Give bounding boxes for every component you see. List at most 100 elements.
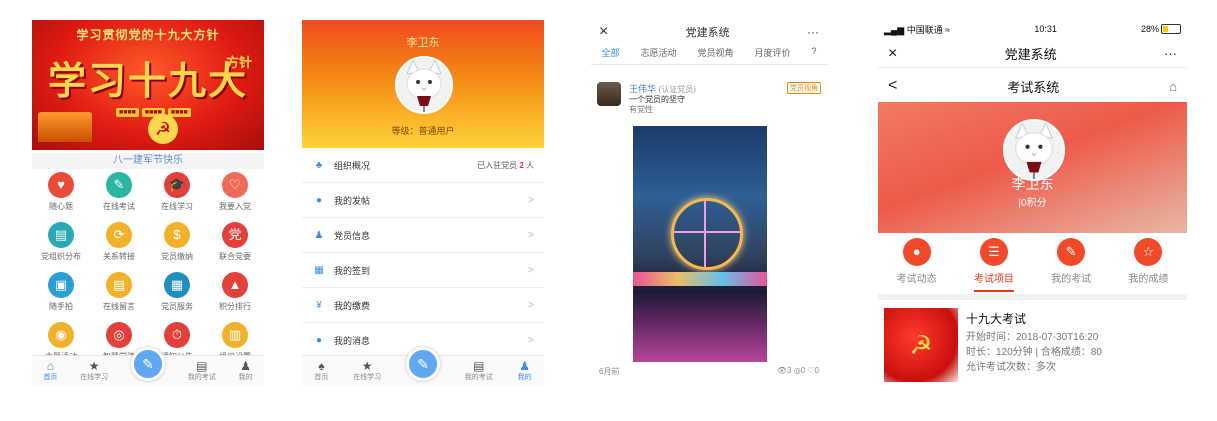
exam-start-time: 开始时间：2018-07-30T16:20 xyxy=(966,332,1099,343)
grid-item[interactable]: ▲ 积分排行 xyxy=(206,272,264,316)
menu-row[interactable]: ▦ 我的签到 > xyxy=(302,253,544,288)
row-value-prefix: 已入驻党员 xyxy=(477,160,518,170)
tab-home[interactable]: ♠ 首页 xyxy=(314,360,328,382)
star-icon: ★ xyxy=(361,359,373,373)
tab-label: 我的 xyxy=(238,374,253,381)
row-label: 我的发帖 xyxy=(334,195,371,206)
carrier-name: 中国联通 xyxy=(906,24,943,35)
post-photo[interactable] xyxy=(633,126,767,362)
menu-row[interactable]: ♟ 党员信息 > xyxy=(302,218,544,253)
exam-menu-item[interactable]: ☰ 考试项目 xyxy=(973,238,1014,292)
category-badge: 党员视角 xyxy=(787,82,821,94)
user-icon: ♟ xyxy=(519,359,530,373)
chevron-right-icon: > xyxy=(528,334,534,346)
tab-home[interactable]: ⌂ 首页 xyxy=(43,360,57,382)
avatar[interactable] xyxy=(597,82,621,106)
grid-item[interactable]: ♥ 随心题 xyxy=(32,172,90,216)
grid-item[interactable]: ▦ 党员服务 xyxy=(148,272,206,316)
grid-label: 积分排行 xyxy=(219,302,251,311)
tab-monthly-review[interactable]: 月度评价 xyxy=(754,46,790,64)
grid-item[interactable]: ▤ 党组织分布 xyxy=(32,222,90,266)
user-name: 李卫东 xyxy=(406,37,440,49)
star-icon: ★ xyxy=(88,359,100,373)
post-subtext: 有党性 xyxy=(629,105,653,114)
back-icon[interactable]: < xyxy=(888,77,897,95)
grid-icon: ♡ xyxy=(222,172,248,198)
grid-item[interactable]: ♡ 我要入党 xyxy=(206,172,264,216)
grid-item[interactable]: ⟳ 关系转接 xyxy=(90,222,148,266)
menu-row[interactable]: ¥ 我的缴费 > xyxy=(302,288,544,323)
home-icon: ⌂ xyxy=(46,359,55,373)
grid-icon: ◎ xyxy=(106,322,132,348)
close-icon[interactable]: × xyxy=(599,23,608,41)
cat-avatar-icon xyxy=(1005,121,1063,179)
row-icon: ▦ xyxy=(314,264,324,276)
post-stats[interactable]: 👁3 ◎0 ♡0 xyxy=(777,366,819,377)
tab-volunteer[interactable]: 志愿活动 xyxy=(640,46,676,64)
tab-label: 首页 xyxy=(43,374,58,381)
profile-screen: 李卫东 等级：普通用户 ♣ 组织概况 已入驻党员 2 人 ● 我的发帖 > ♟ 党员信息 > ▦ 我… xyxy=(302,20,544,386)
menu-label: 考试项目 xyxy=(973,274,1014,285)
page-title: 党建系统 xyxy=(1004,47,1057,62)
grid-item[interactable]: ▣ 随手拍 xyxy=(32,272,90,316)
author-name: 王伟华 xyxy=(629,84,657,94)
tab-all[interactable]: 全部 xyxy=(601,46,619,64)
subpage-title: 考试系统 xyxy=(1007,79,1060,95)
party-emblem-icon: ☭ xyxy=(148,114,178,144)
row-icon: ¥ xyxy=(316,299,322,311)
tab-more[interactable]: ? xyxy=(811,46,816,64)
tab-member-view[interactable]: 党员视角 xyxy=(697,46,733,64)
grid-label: 党员服务 xyxy=(161,302,193,311)
grid-icon: ▲ xyxy=(222,272,248,298)
row-value-suffix: 人 xyxy=(526,160,534,170)
row-label: 组织概况 xyxy=(334,160,371,171)
row-label: 我的签到 xyxy=(334,265,371,276)
divider xyxy=(878,294,1187,300)
grid-label: 在线留言 xyxy=(103,302,135,311)
grid-item[interactable]: 党联合党委 xyxy=(206,222,264,266)
avatar[interactable] xyxy=(395,56,453,114)
tab-online-study[interactable]: ★ 在线学习 xyxy=(80,360,108,382)
menu-row[interactable]: ● 我的发帖 > xyxy=(302,183,544,218)
grid-label: 党员缴纳 xyxy=(161,252,193,261)
grid-item[interactable]: $ 党员缴纳 xyxy=(148,222,206,266)
post-button[interactable]: ✎ xyxy=(130,347,165,381)
certified-label: (认证党员) xyxy=(658,85,696,94)
post-button[interactable]: ✎ xyxy=(405,347,440,381)
points: |0积分 xyxy=(1018,198,1047,209)
home-icon[interactable]: ⌂ xyxy=(1169,79,1177,94)
tab-me[interactable]: ♟ 我的 xyxy=(518,360,532,382)
grid-label: 党组织分布 xyxy=(41,252,81,261)
grid-label: 随手拍 xyxy=(49,302,73,311)
grid-icon: 🎓 xyxy=(164,172,190,198)
grid-item[interactable]: ✎ 在线考试 xyxy=(90,172,148,216)
post-header[interactable]: 王伟华 (认证党员) 一个党员的坚守 有党性 党员视角 xyxy=(597,80,821,120)
user-icon: ♟ xyxy=(240,359,251,373)
grid-icon: ▥ xyxy=(222,322,248,348)
chevron-right-icon: > xyxy=(528,299,534,311)
grid-item[interactable]: 🎓 在线学习 xyxy=(148,172,206,216)
tab-online-study[interactable]: ★ 在线学习 xyxy=(353,360,381,382)
exam-menu-item[interactable]: ✎ 我的考试 xyxy=(1051,238,1091,292)
row-icon: ● xyxy=(315,334,323,346)
title-bar: × 党建系统 ··· xyxy=(878,40,1187,68)
exam-menu-item[interactable]: ● 考试动态 xyxy=(897,238,937,292)
row-icon: ● xyxy=(315,194,323,206)
banner-chip: ■■■■ xyxy=(116,108,139,117)
tab-my-exam[interactable]: ▤ 我的考试 xyxy=(188,360,216,382)
close-icon[interactable]: × xyxy=(888,45,897,63)
grid-label: 联合党委 xyxy=(219,252,251,261)
more-icon[interactable]: ··· xyxy=(807,25,819,39)
tab-me[interactable]: ♟ 我的 xyxy=(239,360,253,382)
announcement-link[interactable]: 八一建军节快乐 xyxy=(32,153,264,169)
tab-my-exam[interactable]: ▤ 我的考试 xyxy=(465,360,493,382)
avatar[interactable] xyxy=(1003,119,1065,181)
banner[interactable]: 学习贯彻党的十九大方针 学习十九大 方针 ■■■■ ■■■■ ■■■■ ☭ xyxy=(32,20,264,150)
grid-item[interactable]: ▤ 在线留言 xyxy=(90,272,148,316)
exam-card[interactable]: ☭ 十九大考试 开始时间：2018-07-30T16:20 时长：120分钟 |… xyxy=(884,304,1180,382)
exam-menu-item[interactable]: ☆ 我的成绩 xyxy=(1128,238,1168,292)
menu-row[interactable]: ♣ 组织概况 已入驻党员 2 人 xyxy=(302,148,544,183)
post-footer: 6月前 👁3 ◎0 ♡0 xyxy=(591,366,827,377)
more-icon[interactable]: ··· xyxy=(1164,46,1177,61)
party-emblem-icon: ☭ xyxy=(884,308,958,382)
